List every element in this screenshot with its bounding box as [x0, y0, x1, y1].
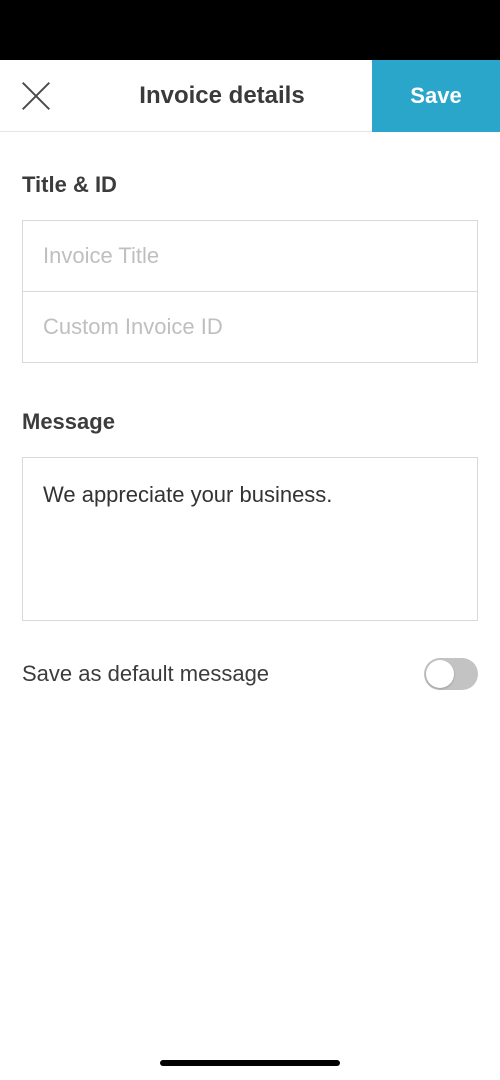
close-icon [17, 77, 55, 115]
save-button-label: Save [410, 83, 461, 109]
home-indicator [160, 1060, 340, 1066]
toggle-knob [426, 660, 454, 688]
status-bar [0, 0, 500, 60]
title-id-input-group [22, 220, 478, 363]
title-id-section-label: Title & ID [22, 172, 478, 198]
header: Invoice details Save [0, 60, 500, 132]
close-button[interactable] [0, 60, 72, 132]
message-textarea[interactable] [22, 457, 478, 621]
invoice-title-input[interactable] [23, 221, 477, 291]
default-message-toggle-label: Save as default message [22, 661, 269, 687]
save-button[interactable]: Save [372, 60, 500, 132]
page-title: Invoice details [72, 82, 372, 110]
message-section-label: Message [22, 409, 478, 435]
content-area: Title & ID Message Save as default messa… [0, 132, 500, 690]
default-message-toggle-row: Save as default message [22, 658, 478, 690]
custom-invoice-id-input[interactable] [23, 292, 477, 362]
default-message-toggle[interactable] [424, 658, 478, 690]
